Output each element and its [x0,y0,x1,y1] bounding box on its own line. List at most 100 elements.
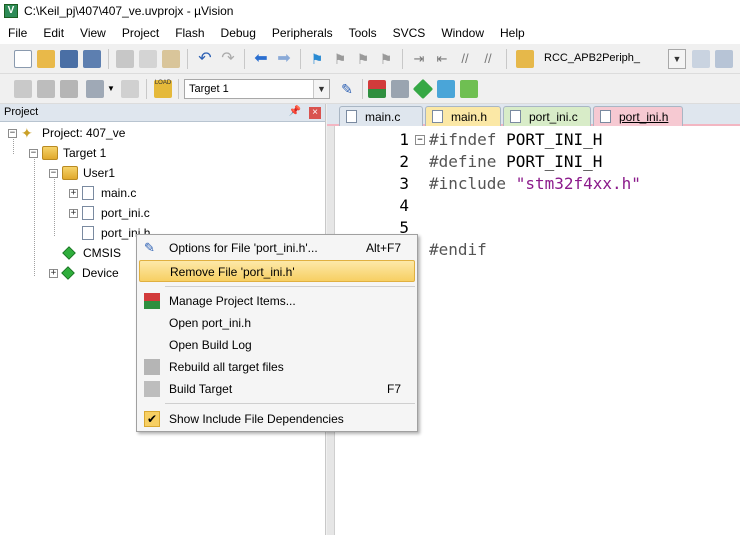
title-bar: V C:\Keil_pj\407\407_ve.uvprojx - µVisio… [0,0,740,22]
collapse-icon[interactable]: − [49,168,58,178]
menu-peripherals[interactable]: Peripherals [264,22,341,44]
copy-icon[interactable] [139,50,157,68]
menu-item-manage-project-items[interactable]: Manage Project Items... [139,290,415,312]
indent-icon[interactable]: ⇥ [410,50,428,68]
find-combo-dropdown[interactable]: ▼ [668,49,686,69]
nav-back-icon[interactable]: ⬅ [252,50,270,68]
menu-flash[interactable]: Flash [167,22,212,44]
fold-collapse-icon[interactable]: − [415,135,425,145]
cmsis-component-icon [62,246,76,260]
tree-file-main-c[interactable]: + main.c [69,184,136,202]
file-icon [510,110,521,123]
select-packs-icon[interactable] [391,80,409,98]
cut-icon[interactable] [116,50,134,68]
collapse-icon[interactable]: − [29,148,38,158]
pin-icon[interactable]: 📌 [289,106,301,117]
nav-forward-icon[interactable]: ➡ [275,50,293,68]
line-number: 2 [399,152,409,171]
device-component-icon [61,266,75,280]
tree-file-port-ini-c[interactable]: + port_ini.c [69,204,150,222]
c-file-icon [82,206,94,220]
expand-icon[interactable]: + [49,268,58,278]
undo-icon[interactable]: ↶ [196,50,214,68]
bookmark-icon[interactable]: ⚑ [308,50,326,68]
find-icon[interactable] [692,50,710,68]
stop-build-icon[interactable] [121,80,139,98]
close-icon[interactable]: × [309,107,321,119]
menu-item-show-include-deps[interactable]: ✔ Show Include File Dependencies [139,408,415,430]
unindent-icon[interactable]: ⇤ [433,50,451,68]
tab-port-ini-h[interactable]: port_ini.h [593,106,683,126]
pack-installer-icon[interactable] [437,80,455,98]
menu-svcs[interactable]: SVCS [385,22,434,44]
clear-bookmarks-icon[interactable]: ⚑ [377,50,395,68]
tab-main-c[interactable]: main.c [339,106,423,126]
download-icon[interactable]: LOAD [154,80,172,98]
line-number: 1 [399,130,409,149]
tree-component-device[interactable]: + Device [49,264,119,282]
next-bookmark-icon[interactable]: ⚑ [354,50,372,68]
expand-icon[interactable]: + [69,188,78,198]
menu-item-open-build-log[interactable]: Open Build Log [139,334,415,356]
menu-view[interactable]: View [72,22,114,44]
file-icon [600,110,611,123]
window-title: C:\Keil_pj\407\407_ve.uvprojx - µVision [24,4,234,18]
target-select[interactable]: Target 1 ▼ [184,79,330,99]
file-icon [432,110,443,123]
event-recorder-icon[interactable] [460,80,478,98]
menu-item-build-target[interactable]: Build Target F7 [139,378,415,400]
rebuild-icon [144,359,160,375]
group-folder-icon [62,166,78,180]
menu-file[interactable]: File [0,22,35,44]
code-line: #include "stm32f4xx.h" [429,174,641,193]
save-icon[interactable] [60,50,78,68]
tree-file-label: main.c [101,186,137,200]
tree-project-node[interactable]: − ✦ Project: 407_ve [8,124,125,142]
batch-build-icon[interactable] [86,80,104,98]
collapse-icon[interactable]: − [8,128,17,138]
save-all-icon[interactable] [83,50,101,68]
tree-component-cmsis[interactable]: CMSIS [62,244,122,262]
context-menu: ✎ Options for File 'port_ini.h'... Alt+F… [136,234,418,432]
new-file-icon[interactable] [14,50,32,68]
menu-project[interactable]: Project [114,22,167,44]
paste-icon[interactable] [162,50,180,68]
tab-main-h[interactable]: main.h [425,106,501,126]
options-wand-icon: ✎ [144,240,155,255]
build-toolbar: ▼ LOAD Target 1 ▼ ✎ [0,74,740,104]
menu-item-open-file[interactable]: Open port_ini.h [139,312,415,334]
find-combo-value: RCC_APB2Periph_ [544,52,640,64]
expand-icon[interactable]: + [69,208,78,218]
rebuild-icon[interactable] [60,80,78,98]
line-number: 3 [399,174,409,193]
menu-item-rebuild-all[interactable]: Rebuild all target files [139,356,415,378]
tree-component-label: CMSIS [83,246,122,260]
code-line: #ifndef PORT_INI_H [429,130,603,149]
target-options-icon[interactable]: ✎ [338,80,356,98]
tab-port-ini-c[interactable]: port_ini.c [503,106,591,126]
incremental-find-icon[interactable] [715,50,733,68]
manage-project-items-icon[interactable] [368,80,386,98]
menu-item-remove-file[interactable]: Remove File 'port_ini.h' [139,260,415,282]
batch-build-dropdown-icon[interactable]: ▼ [106,80,116,98]
menu-tools[interactable]: Tools [341,22,385,44]
menu-debug[interactable]: Debug [213,22,264,44]
menu-edit[interactable]: Edit [35,22,72,44]
menu-help[interactable]: Help [492,22,533,44]
menu-item-file-options[interactable]: ✎ Options for File 'port_ini.h'... Alt+F… [139,237,415,259]
build-icon[interactable] [37,80,55,98]
menu-window[interactable]: Window [433,22,492,44]
open-folder-icon[interactable] [37,50,55,68]
tree-group-node[interactable]: − User1 [49,164,115,182]
tree-target-node[interactable]: − Target 1 [29,144,106,162]
redo-icon[interactable]: ↷ [219,50,237,68]
translate-icon[interactable] [14,80,32,98]
find-combo[interactable]: RCC_APB2Periph_ [540,49,686,69]
uvision-app-icon: V [4,4,18,18]
uncomment-icon[interactable]: // [479,50,497,68]
comment-icon[interactable]: // [456,50,474,68]
manage-rte-icon[interactable] [412,78,434,100]
build-icon [144,381,160,397]
prev-bookmark-icon[interactable]: ⚑ [331,50,349,68]
find-in-files-icon[interactable] [516,50,534,68]
